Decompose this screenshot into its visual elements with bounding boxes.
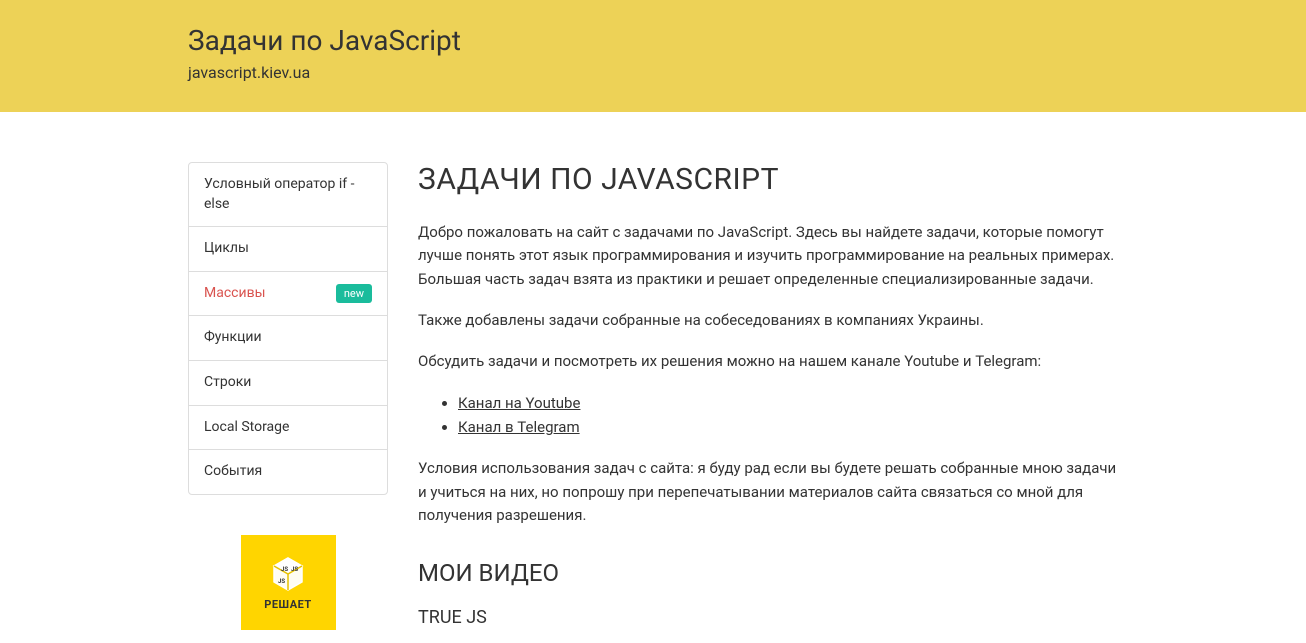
youtube-link[interactable]: Канал на Youtube (458, 394, 580, 412)
nav-list: Условный оператор if - else Циклы Массив… (188, 162, 388, 495)
links-list: Канал на Youtube Канал в Telegram (418, 391, 1118, 439)
promo-label: РЕШАЕТ (264, 598, 311, 611)
promo: JS JS JS РЕШАЕТ (188, 535, 388, 630)
nav-item-functions[interactable]: Функции (189, 316, 387, 361)
svg-text:JS: JS (278, 578, 285, 585)
site-header: Задачи по JavaScript javascript.kiev.ua (0, 0, 1306, 112)
main-layout: Условный оператор if - else Циклы Массив… (188, 112, 1118, 640)
intro-paragraph-3: Обсудить задачи и посмотреть их решения … (418, 350, 1118, 373)
page-heading: ЗАДАЧИ ПО JAVASCRIPT (418, 162, 1118, 197)
nav-item-if-else[interactable]: Условный оператор if - else (189, 163, 387, 227)
videos-heading: МОИ ВИДЕО (418, 559, 1118, 587)
cube-icon: JS JS JS (268, 554, 308, 594)
nav-item-label: Local Storage (204, 418, 289, 438)
site-title: Задачи по JavaScript (188, 24, 1118, 57)
promo-box[interactable]: JS JS JS РЕШАЕТ (241, 535, 336, 630)
telegram-link[interactable]: Канал в Telegram (458, 418, 580, 436)
nav-item-label: События (204, 462, 262, 482)
new-badge: new (336, 284, 372, 303)
nav-item-localstorage[interactable]: Local Storage (189, 406, 387, 451)
nav-item-strings[interactable]: Строки (189, 361, 387, 406)
nav-item-loops[interactable]: Циклы (189, 227, 387, 272)
list-item: Канал в Telegram (458, 415, 1118, 439)
nav-item-label: Функции (204, 328, 262, 348)
truejs-heading: TRUE JS (418, 607, 1118, 628)
svg-text:JS: JS (291, 566, 298, 573)
site-subtitle: javascript.kiev.ua (188, 63, 1118, 82)
nav-item-label: Условный оператор if - else (204, 175, 372, 214)
content: ЗАДАЧИ ПО JAVASCRIPT Добро пожаловать на… (418, 162, 1118, 640)
intro-paragraph-1: Добро пожаловать на сайт с задачами по J… (418, 221, 1118, 291)
sidebar: Условный оператор if - else Циклы Массив… (188, 162, 388, 640)
intro-paragraph-2: Также добавлены задачи собранные на собе… (418, 309, 1118, 332)
list-item: Канал на Youtube (458, 391, 1118, 415)
nav-item-label: Циклы (204, 239, 249, 259)
nav-item-arrays[interactable]: Массивы new (189, 272, 387, 317)
svg-text:JS: JS (281, 566, 288, 573)
terms-paragraph: Условия использования задач с сайта: я б… (418, 457, 1118, 527)
nav-item-label: Строки (204, 373, 251, 393)
nav-item-label: Массивы (204, 284, 265, 304)
nav-item-events[interactable]: События (189, 450, 387, 494)
